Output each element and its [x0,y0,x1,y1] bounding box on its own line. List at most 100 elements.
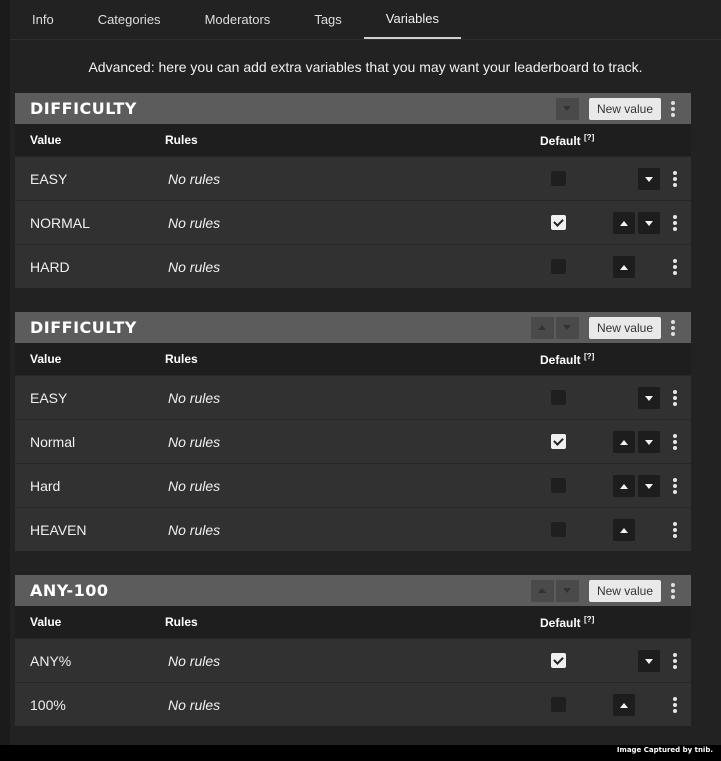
arrow-up-icon [620,483,628,489]
new-value-button[interactable]: New value [588,97,661,120]
value-menu-button[interactable] [667,256,683,278]
variable-menu-button[interactable] [663,317,683,339]
value-menu-button[interactable] [667,431,683,453]
default-checkbox[interactable] [551,697,566,712]
value-rules: No rules [168,433,221,450]
variable-header: DIFFICULTY New value [15,93,691,124]
value-menu-button[interactable] [667,387,683,409]
move-up-button[interactable] [613,256,635,278]
value-name[interactable]: HEAVEN [30,522,87,538]
move-down-button[interactable] [638,650,660,672]
variable-menu-button[interactable] [663,98,683,120]
table-header: Value Rules Default [?] [15,124,691,156]
variable-panel: DIFFICULTY New value Value Rules Default… [15,93,691,288]
new-value-button[interactable]: New value [588,579,661,602]
value-name[interactable]: Hard [30,478,60,494]
table-row: 100% No rules [15,682,691,726]
default-help-icon[interactable]: [?] [584,133,594,142]
value-name[interactable]: NORMAL [30,215,90,231]
tab-moderators[interactable]: Moderators [183,0,293,39]
column-rules: Rules [165,352,198,366]
move-down-button[interactable] [638,212,660,234]
move-up-button[interactable] [613,694,635,716]
value-rules: No rules [168,477,221,494]
move-down-button[interactable] [638,431,660,453]
default-checkbox[interactable] [551,478,566,493]
variable-header: DIFFICULTY New value [15,312,691,343]
tab-categories[interactable]: Categories [76,0,183,39]
move-up-button[interactable] [613,431,635,453]
default-checkbox[interactable] [551,434,566,449]
arrow-down-icon [563,588,572,593]
column-value: Value [30,615,62,629]
value-name[interactable]: EASY [30,171,67,187]
tab-info[interactable]: Info [20,0,76,39]
arrow-up-icon [620,702,628,708]
value-menu-button[interactable] [667,519,683,541]
move-up-button[interactable] [613,519,635,541]
new-value-button[interactable]: New value [588,316,661,339]
value-menu-button[interactable] [667,650,683,672]
table-header: Value Rules Default [?] [15,343,691,375]
column-rules: Rules [165,133,198,147]
value-rules: No rules [168,170,221,187]
arrow-up-icon [620,439,628,445]
table-row: Hard No rules [15,463,691,507]
tab-tags[interactable]: Tags [292,0,363,39]
default-checkbox[interactable] [551,259,566,274]
value-menu-button[interactable] [667,475,683,497]
value-name[interactable]: Normal [30,434,75,450]
table-header: Value Rules Default [?] [15,606,691,638]
value-rules: No rules [168,214,221,231]
table-row: ANY% No rules [15,638,691,682]
column-rules: Rules [165,615,198,629]
default-checkbox[interactable] [551,522,566,537]
arrow-down-icon [645,395,653,401]
variable-menu-button[interactable] [663,580,683,602]
column-value: Value [30,352,62,366]
move-up-button[interactable] [613,212,635,234]
default-checkbox[interactable] [551,390,566,405]
value-menu-button[interactable] [667,694,683,716]
move-up-button[interactable] [613,475,635,497]
variable-order-controls: New value [555,97,685,120]
move-variable-down-button[interactable] [555,579,579,602]
table-row: HARD No rules [15,244,691,288]
column-default: Default [?] [540,614,595,630]
default-checkbox[interactable] [551,215,566,230]
arrow-down-icon [645,176,653,182]
variable-panel: DIFFICULTY New value Value Rules Default… [15,312,691,551]
variable-header: ANY-100 New value [15,575,691,606]
move-variable-up-button[interactable] [530,579,554,602]
value-name[interactable]: ANY% [30,653,71,669]
move-variable-down-button[interactable] [555,316,579,339]
value-name[interactable]: EASY [30,390,67,406]
default-checkbox[interactable] [551,653,566,668]
default-checkbox[interactable] [551,171,566,186]
value-menu-button[interactable] [667,168,683,190]
arrow-up-icon [538,325,547,330]
move-down-button[interactable] [638,475,660,497]
table-row: EASY No rules [15,156,691,200]
arrow-down-icon [645,220,653,226]
value-name[interactable]: 100% [30,697,66,713]
column-default: Default [?] [540,132,595,148]
value-name[interactable]: HARD [30,259,70,275]
move-down-button[interactable] [638,168,660,190]
arrow-down-icon [563,325,572,330]
variable-panel: ANY-100 New value Value Rules Default [?… [15,575,691,726]
capture-bar: Image Captured by tnib. [0,745,721,761]
move-down-button[interactable] [638,387,660,409]
variable-title: ANY-100 [30,581,109,600]
value-rules: No rules [168,696,221,713]
table-row: NORMAL No rules [15,200,691,244]
variable-title: DIFFICULTY [30,99,137,118]
arrow-down-icon [645,483,653,489]
move-variable-up-button[interactable] [530,316,554,339]
value-rules: No rules [168,652,221,669]
move-variable-down-button[interactable] [555,97,579,120]
default-help-icon[interactable]: [?] [584,615,594,624]
tab-variables[interactable]: Variables [363,0,462,39]
value-menu-button[interactable] [667,212,683,234]
default-help-icon[interactable]: [?] [584,352,594,361]
